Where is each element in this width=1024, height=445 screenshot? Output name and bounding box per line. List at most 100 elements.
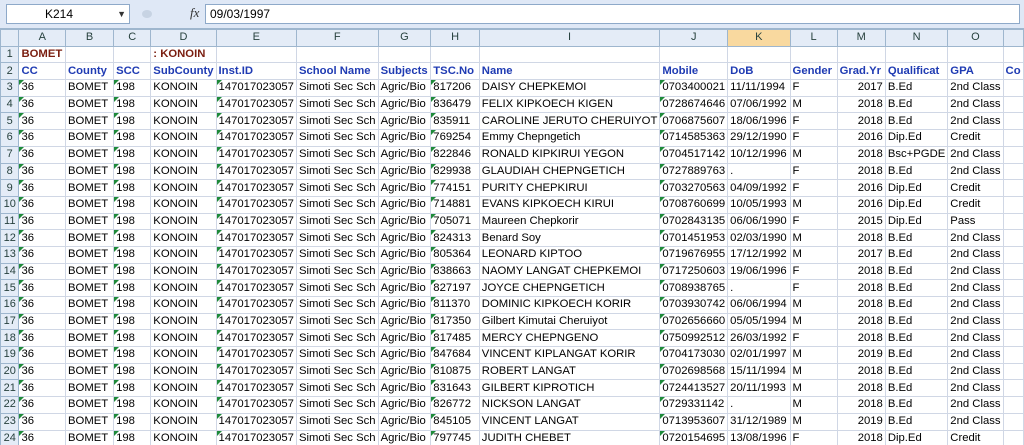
cell[interactable]: Simoti Sec Sch [295, 429, 379, 445]
cell[interactable]: Simoti Sec Sch [295, 362, 379, 381]
cell[interactable]: Agric/Bio [377, 79, 432, 97]
cell[interactable]: 0706875607 [659, 112, 729, 131]
cell[interactable]: Simoti Sec Sch [295, 212, 379, 231]
cell[interactable]: B.Ed [884, 229, 949, 247]
formula-bar-splitter[interactable] [138, 4, 184, 24]
cell[interactable] [1002, 162, 1024, 181]
cell[interactable]: 2018 [836, 329, 886, 348]
row-header[interactable]: 24 [0, 429, 20, 445]
cell[interactable]: 0727889763 [659, 162, 729, 181]
header-cell[interactable]: TSC.No [430, 62, 480, 81]
cell[interactable]: B.Ed [884, 312, 949, 331]
cell[interactable]: KONOIN [150, 162, 217, 181]
cell[interactable]: 36 [18, 312, 66, 331]
cell[interactable]: 36 [18, 346, 66, 364]
cell[interactable]: 2nd Class [947, 229, 1004, 247]
cell[interactable]: 2nd Class [947, 379, 1004, 398]
cell[interactable]: 2018 [836, 296, 886, 314]
cell[interactable]: BOMET [64, 129, 115, 147]
row-header[interactable]: 19 [0, 346, 20, 364]
cell[interactable]: 36 [18, 329, 66, 348]
cell[interactable] [478, 45, 661, 64]
cell[interactable] [113, 45, 152, 64]
cell[interactable]: BOMET [64, 112, 115, 131]
cell[interactable] [1002, 179, 1024, 197]
cell[interactable]: 2016 [836, 195, 886, 214]
cell[interactable]: 36 [18, 262, 66, 281]
cell[interactable]: 0704517142 [659, 145, 729, 164]
cell[interactable]: 847684 [430, 346, 480, 364]
cell[interactable] [1002, 396, 1024, 414]
row-header[interactable]: 4 [0, 95, 20, 114]
cell[interactable]: 805364 [430, 245, 480, 264]
cell[interactable]: 147017023057 [215, 112, 297, 131]
cell[interactable]: 0703400021 [659, 79, 729, 97]
cell[interactable]: M [789, 296, 838, 314]
cell[interactable]: 831643 [430, 379, 480, 398]
cell[interactable]: KONOIN [150, 262, 217, 281]
cell[interactable]: 36 [18, 362, 66, 381]
cell[interactable]: 18/06/1996 [727, 112, 791, 131]
cell[interactable]: 147017023057 [215, 195, 297, 214]
cell[interactable]: EVANS KIPKOECH KIRUI [478, 195, 661, 214]
cell[interactable]: Agric/Bio [377, 396, 432, 414]
cell[interactable]: : KONOIN [150, 45, 217, 64]
cell[interactable]: M [789, 362, 838, 381]
cell[interactable]: 198 [113, 212, 152, 231]
cell[interactable]: 2nd Class [947, 312, 1004, 331]
cell[interactable]: 0702843135 [659, 212, 729, 231]
cell[interactable]: Simoti Sec Sch [295, 279, 379, 297]
cell[interactable]: F [789, 262, 838, 281]
column-header[interactable]: O [947, 29, 1004, 47]
cell[interactable]: CAROLINE JERUTO CHERUIYOT [478, 112, 661, 131]
cell[interactable]: Emmy Chepngetich [478, 129, 661, 147]
cell[interactable] [1002, 129, 1024, 147]
cell[interactable]: BOMET [64, 412, 115, 431]
cell[interactable]: Simoti Sec Sch [295, 229, 379, 247]
cell[interactable]: 26/03/1992 [727, 329, 791, 348]
cell[interactable] [1002, 329, 1024, 348]
cell[interactable]: Agric/Bio [377, 379, 432, 398]
header-cell[interactable]: Qualificat [884, 62, 949, 81]
cell[interactable]: 0703930742 [659, 296, 729, 314]
cell[interactable]: M [789, 245, 838, 264]
row-header[interactable]: 15 [0, 279, 20, 297]
cell[interactable]: KONOIN [150, 296, 217, 314]
row-header[interactable]: 16 [0, 296, 20, 314]
cell[interactable]: KONOIN [150, 195, 217, 214]
cell[interactable]: B.Ed [884, 262, 949, 281]
row-header[interactable]: 21 [0, 379, 20, 398]
cell[interactable] [884, 45, 949, 64]
cell[interactable]: 0717250603 [659, 262, 729, 281]
cell[interactable]: Maureen Chepkorir [478, 212, 661, 231]
cell[interactable]: 0708760699 [659, 195, 729, 214]
cell[interactable] [789, 45, 838, 64]
cell[interactable]: 36 [18, 145, 66, 164]
column-header[interactable]: F [295, 29, 379, 47]
cell[interactable]: KONOIN [150, 379, 217, 398]
cell[interactable]: 36 [18, 279, 66, 297]
cell[interactable]: 714881 [430, 195, 480, 214]
header-cell[interactable]: GPA [947, 62, 1004, 81]
cell[interactable] [1002, 79, 1024, 97]
cell[interactable]: Simoti Sec Sch [295, 129, 379, 147]
cell[interactable]: FELIX KIPKOECH KIGEN [478, 95, 661, 114]
cell[interactable] [659, 45, 729, 64]
header-cell[interactable]: Subjects [377, 62, 432, 81]
cell[interactable]: 0719676955 [659, 245, 729, 264]
cell[interactable]: Credit [947, 129, 1004, 147]
cell[interactable]: Credit [947, 179, 1004, 197]
cell[interactable] [1002, 429, 1024, 445]
cell[interactable]: BOMET [64, 145, 115, 164]
cell[interactable] [1002, 412, 1024, 431]
cell[interactable]: 198 [113, 412, 152, 431]
cell[interactable] [1002, 45, 1024, 64]
cell[interactable]: 2018 [836, 145, 886, 164]
cell[interactable]: 04/09/1992 [727, 179, 791, 197]
cell[interactable]: 845105 [430, 412, 480, 431]
cell[interactable]: 36 [18, 379, 66, 398]
cell[interactable]: 36 [18, 229, 66, 247]
header-cell[interactable]: DoB [727, 62, 791, 81]
cell[interactable]: 2016 [836, 179, 886, 197]
cell[interactable]: 0724413527 [659, 379, 729, 398]
